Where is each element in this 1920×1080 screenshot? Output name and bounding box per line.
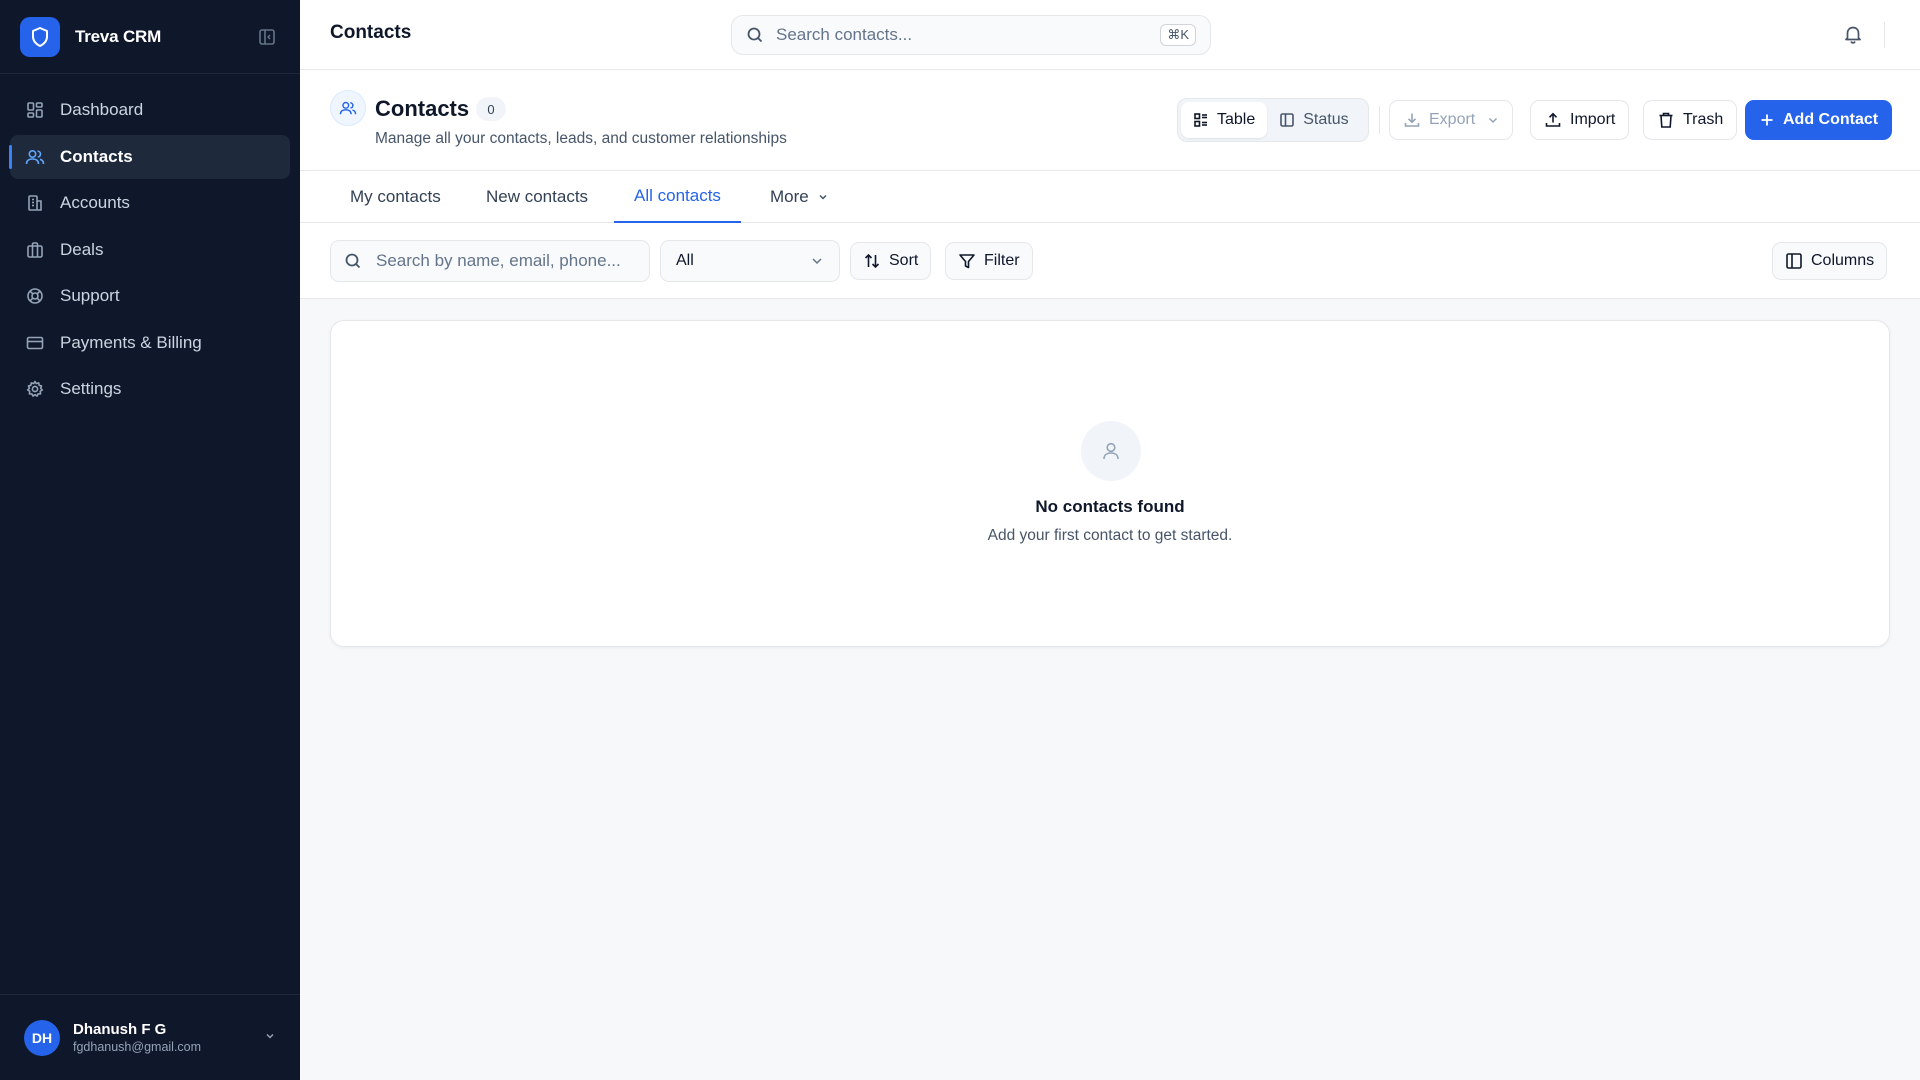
sidebar-item-label: Support [60,286,120,305]
chevron-down-icon [810,254,824,268]
divider [1884,22,1885,48]
table-view-label: Table [1217,111,1256,128]
table-icon [1193,112,1209,128]
download-icon [1403,111,1421,129]
export-label: Export [1429,111,1476,128]
user-menu[interactable]: DH Dhanush F G fgdhanush@gmail.com [0,994,300,1080]
filter-icon [958,252,976,270]
gear-icon [24,378,46,400]
status-view-label: Status [1303,111,1349,128]
user-info: Dhanush F G fgdhanush@gmail.com [73,1021,201,1054]
tab-my-contacts[interactable]: My contacts [330,171,461,223]
sidebar-item-label: Deals [60,239,104,259]
bell-icon[interactable] [1842,23,1866,47]
global-search-placeholder: Search contacts... [776,25,913,44]
user-icon [1081,421,1141,481]
lifebuoy-icon [24,285,46,307]
empty-state-title: No contacts found [1035,497,1185,516]
tab-more[interactable]: More [750,171,849,223]
chevron-down-icon [817,191,829,203]
sidebar-item-dashboard[interactable]: Dashboard [10,88,290,132]
sidebar-item-label: Contacts [60,146,133,166]
sidebar-item-label: Accounts [60,193,130,212]
sidebar-item-contacts[interactable]: Contacts [9,134,290,179]
sidebar: Treva CRM Dashboard Contacts Accounts De… [0,0,300,1080]
contacts-search-input[interactable]: Search by name, email, phone... [330,240,650,282]
table-view-button[interactable]: Table [1181,102,1268,138]
tab-label: More [770,187,809,206]
tab-label: New contacts [486,187,589,206]
shortcut-badge: ⌘K [1160,24,1196,46]
brand: Treva CRM [0,0,300,74]
page-header: Contacts 0 Manage all your contacts, lea… [300,70,1920,171]
users-icon [330,90,366,126]
tab-label: My contacts [350,187,441,206]
app-name: Treva CRM [75,26,162,46]
user-name: Dhanush F G [73,1021,167,1038]
page-title: Contacts [375,96,470,121]
global-search-input[interactable]: Search contacts... ⌘K [731,15,1211,55]
shield-icon [20,16,60,57]
tab-new-contacts[interactable]: New contacts [466,171,608,223]
export-button[interactable]: Export [1389,100,1514,140]
trash-label: Trash [1683,111,1724,128]
sidebar-item-settings[interactable]: Settings [10,367,290,411]
list-toolbar: Search by name, email, phone... All Sort… [300,223,1920,299]
topbar-title: Contacts [330,22,412,43]
divider [1379,106,1380,134]
import-button[interactable]: Import [1530,100,1630,140]
view-toggle: Table Status [1177,98,1369,142]
briefcase-icon [24,239,46,261]
dashboard-icon [24,99,46,121]
topbar: Contacts Search contacts... ⌘K [300,0,1920,70]
contacts-search-placeholder: Search by name, email, phone... [376,251,621,270]
add-contact-label: Add Contact [1783,111,1879,128]
trash-icon [1657,111,1675,129]
sidebar-item-label: Dashboard [60,100,144,119]
filter-button[interactable]: Filter [945,242,1033,280]
columns-label: Columns [1811,252,1875,269]
columns-icon [1279,112,1295,128]
sort-icon [863,252,881,270]
search-icon [344,252,362,270]
add-contact-button[interactable]: Add Contact [1745,100,1893,140]
filter-label: Filter [984,252,1020,269]
sidebar-item-accounts[interactable]: Accounts [10,181,290,225]
sidebar-item-support[interactable]: Support [10,274,290,318]
page-subtitle: Manage all your contacts, leads, and cus… [375,130,787,147]
upload-icon [1544,111,1562,129]
columns-button[interactable]: Columns [1772,242,1888,280]
credit-card-icon [24,332,46,354]
sidebar-item-label: Settings [60,379,122,398]
sidebar-item-deals[interactable]: Deals [10,228,290,272]
user-email: fgdhanush@gmail.com [73,1040,202,1054]
collapse-sidebar-icon[interactable] [254,24,280,50]
filter-select[interactable]: All [660,240,840,282]
avatar: DH [24,1019,60,1056]
users-icon [24,146,46,168]
count-badge: 0 [476,97,506,121]
sort-label: Sort [889,252,919,269]
tab-all-contacts[interactable]: All contacts [614,171,741,223]
sidebar-item-label: Payments & Billing [60,332,202,352]
sidebar-nav: Dashboard Contacts Accounts Deals Suppor… [0,74,300,428]
sidebar-item-payments-billing[interactable]: Payments & Billing [10,321,290,365]
plus-icon [1759,112,1775,128]
import-label: Import [1570,111,1616,128]
building-icon [24,192,46,214]
contact-tabs: My contacts New contacts All contacts Mo… [300,171,1920,223]
sort-button[interactable]: Sort [850,242,932,280]
chevron-down-icon [1487,114,1499,126]
search-icon [746,26,764,44]
empty-state-subtitle: Add your first contact to get started. [987,527,1233,544]
tab-label: All contacts [634,186,721,205]
trash-button[interactable]: Trash [1643,100,1738,140]
chevron-down-icon[interactable] [264,1029,276,1047]
columns-icon [1785,252,1803,270]
empty-state-card: No contacts found Add your first contact… [330,320,1890,647]
status-view-button[interactable]: Status [1267,102,1360,138]
filter-select-value: All [676,252,694,269]
